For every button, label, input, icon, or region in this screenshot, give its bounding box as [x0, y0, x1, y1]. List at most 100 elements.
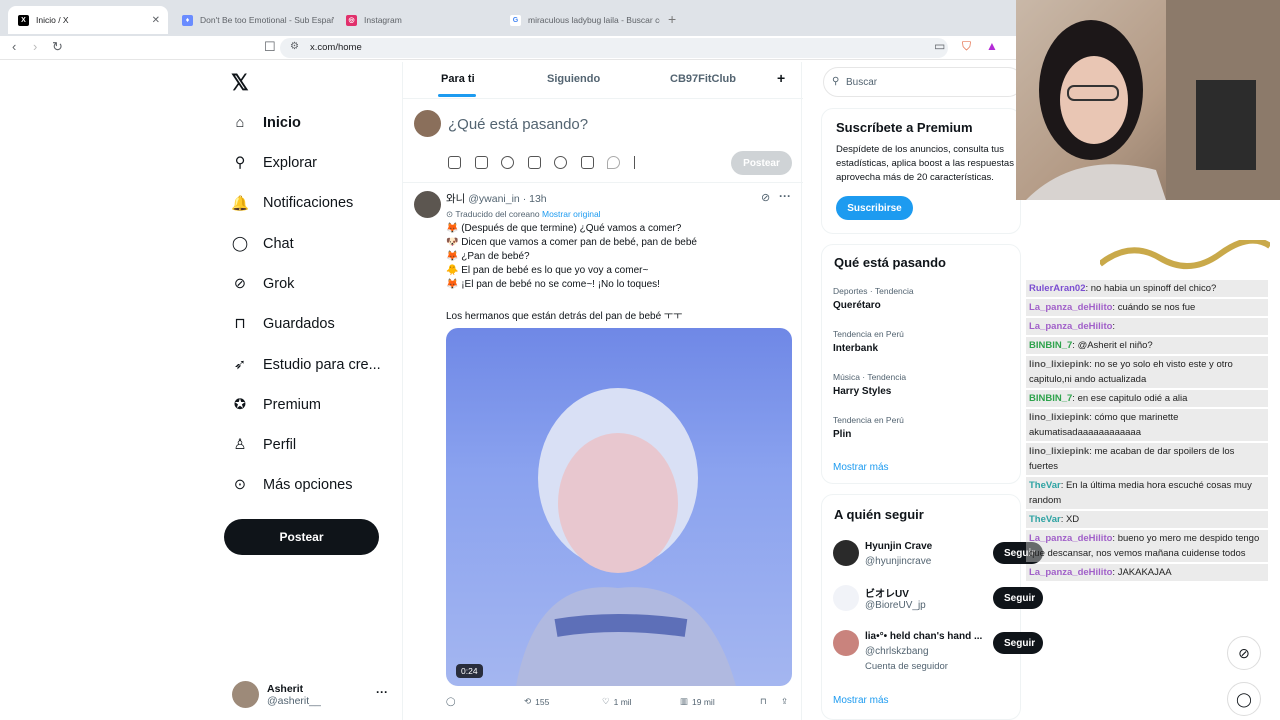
- add-list-icon[interactable]: +: [777, 70, 785, 86]
- bookmark-icon: ⊓: [234, 316, 246, 332]
- rewards-icon[interactable]: ▲: [986, 39, 998, 53]
- cast-icon[interactable]: ▭: [934, 39, 945, 53]
- tweet-author[interactable]: 와니 @ywani_in · 13h: [446, 191, 547, 206]
- compose-post-button[interactable]: Postear: [731, 151, 792, 175]
- more-icon[interactable]: ···: [376, 685, 388, 699]
- x-logo-icon[interactable]: 𝕏: [231, 70, 249, 96]
- flag-icon[interactable]: [634, 156, 647, 169]
- tab-cb97fitclub[interactable]: CB97FitClub: [670, 73, 736, 85]
- trend-item[interactable]: Interbank: [833, 343, 878, 354]
- tweet-text-line: Los hermanos que están detrás del pan de…: [446, 311, 683, 322]
- chat-message: RulerAran02: no habia un spinoff del chi…: [1026, 280, 1268, 297]
- grok-icon[interactable]: ⊘: [1227, 636, 1261, 670]
- nav-item-guardados[interactable]: ⊓ Guardados: [231, 312, 334, 336]
- chat-username[interactable]: BINBIN_7: [1029, 340, 1072, 351]
- chat-username[interactable]: La_panza_deHilito: [1029, 533, 1112, 544]
- share-button[interactable]: ⇪: [781, 696, 788, 707]
- tweet-video[interactable]: 0:24: [446, 328, 792, 686]
- reload-icon[interactable]: ↻: [52, 39, 63, 55]
- location-icon[interactable]: [607, 156, 620, 169]
- tab-siguiendo[interactable]: Siguiendo: [547, 73, 600, 85]
- avatar[interactable]: [833, 630, 859, 656]
- premium-icon: ✪: [233, 397, 247, 413]
- follow-account-name[interactable]: Hyunjin Crave: [865, 541, 932, 552]
- new-tab-icon[interactable]: +: [668, 11, 676, 27]
- trend-item[interactable]: Querétaro: [833, 300, 881, 311]
- author-name[interactable]: 와니: [446, 193, 465, 205]
- follow-button[interactable]: Seguir: [993, 632, 1043, 654]
- chat-username[interactable]: lino_lixiepink: [1029, 446, 1089, 457]
- avatar[interactable]: [414, 191, 441, 218]
- image-icon[interactable]: [448, 156, 461, 169]
- retweet-button[interactable]: ⟲ 155: [524, 696, 549, 707]
- like-button[interactable]: ♡ 1 mil: [602, 696, 632, 707]
- nav-item-estudio-para-cre[interactable]: ➶ Estudio para cre...: [231, 353, 381, 377]
- follow-account-name[interactable]: ビオレUV: [865, 585, 909, 600]
- trend-meta: Deportes · Tendencia: [833, 286, 914, 296]
- avatar[interactable]: [833, 540, 859, 566]
- home-icon: ⌂: [235, 115, 245, 131]
- tab-dont-be-too-emotional[interactable]: ♦ Don't Be too Emotional - Sub Españo: [172, 6, 334, 34]
- chat-username[interactable]: La_panza_deHilito: [1029, 321, 1112, 332]
- tab-google-search[interactable]: G miraculous ladybug laila - Buscar con: [500, 6, 660, 34]
- views-button[interactable]: ▥ 19 mil: [680, 696, 715, 707]
- avatar[interactable]: [833, 585, 859, 611]
- post-button[interactable]: Postear: [224, 519, 379, 555]
- brave-shield-icon[interactable]: ⛉: [962, 39, 971, 54]
- person-icon: ♙: [233, 437, 247, 453]
- grok-icon[interactable]: [501, 156, 514, 169]
- back-icon[interactable]: ‹: [12, 39, 16, 54]
- tweet-time[interactable]: · 13h: [523, 193, 547, 205]
- forward-icon[interactable]: ›: [33, 39, 37, 54]
- tab-inicio-x[interactable]: X Inicio / X ✕: [8, 6, 168, 34]
- nav-item-chat[interactable]: ◯ Chat: [231, 232, 294, 256]
- chat-username[interactable]: lino_lixiepink: [1029, 359, 1089, 370]
- search-input[interactable]: ⚲ Buscar: [823, 67, 1023, 97]
- trend-item[interactable]: Plin: [833, 429, 851, 440]
- nav-item-más-opciones[interactable]: ⊙ Más opciones: [231, 473, 353, 497]
- nav-item-grok[interactable]: ⊘ Grok: [231, 272, 295, 296]
- chat-username[interactable]: TheVar: [1029, 514, 1061, 525]
- site-info-icon[interactable]: ⚙: [290, 41, 299, 52]
- reply-button[interactable]: ◯: [446, 696, 456, 707]
- chat-username[interactable]: La_panza_deHilito: [1029, 567, 1112, 578]
- trend-meta: Música · Tendencia: [833, 372, 907, 382]
- bookmark-button[interactable]: ⊓: [760, 696, 767, 707]
- close-tab-icon[interactable]: ✕: [152, 15, 160, 26]
- nav-item-inicio[interactable]: ⌂ Inicio: [231, 111, 301, 135]
- chat-username[interactable]: lino_lixiepink: [1029, 412, 1089, 423]
- account-switcher[interactable]: Asherit @asherit__: [232, 681, 321, 708]
- search-icon: ⚲: [234, 155, 246, 171]
- trend-item[interactable]: Harry Styles: [833, 386, 891, 397]
- grok-icon[interactable]: ⊘: [761, 191, 770, 204]
- show-original-link[interactable]: Mostrar original: [542, 209, 601, 219]
- chat-username[interactable]: La_panza_deHilito: [1029, 302, 1112, 313]
- tab-instagram[interactable]: ◎ Instagram: [336, 6, 498, 34]
- schedule-icon[interactable]: [581, 156, 594, 169]
- bookmark-page-icon[interactable]: ☐: [264, 39, 276, 55]
- more-icon[interactable]: ···: [779, 189, 791, 203]
- poll-icon[interactable]: [528, 156, 541, 169]
- nav-item-perfil[interactable]: ♙ Perfil: [231, 433, 297, 457]
- compose-input[interactable]: ¿Qué está pasando?: [448, 116, 588, 133]
- follow-account-name[interactable]: lia•°• held chan's hand ...: [865, 631, 982, 642]
- subscribe-button[interactable]: Suscribirse: [836, 196, 913, 220]
- divider: [403, 98, 803, 99]
- messages-icon[interactable]: ◯: [1227, 682, 1261, 716]
- tab-label: miraculous ladybug laila - Buscar con: [528, 15, 660, 25]
- chat-username[interactable]: TheVar: [1029, 480, 1061, 491]
- emoji-icon[interactable]: [554, 156, 567, 169]
- translate-icon: ⊙: [446, 209, 454, 219]
- nav-item-notificaciones[interactable]: 🔔 Notificaciones: [231, 191, 353, 215]
- tab-para-ti[interactable]: Para ti: [441, 73, 475, 85]
- nav-item-explorar[interactable]: ⚲ Explorar: [231, 151, 317, 175]
- gif-icon[interactable]: [475, 156, 488, 169]
- chat-username[interactable]: RulerAran02: [1029, 283, 1086, 294]
- main-feed: Para ti Siguiendo CB97FitClub + ¿Qué est…: [402, 62, 803, 720]
- trends-show-more-link[interactable]: Mostrar más: [833, 462, 889, 473]
- nav-item-premium[interactable]: ✪ Premium: [231, 393, 321, 417]
- address-bar[interactable]: ⚙ x.com/home: [280, 38, 948, 58]
- follow-show-more-link[interactable]: Mostrar más: [833, 695, 889, 706]
- account-handle: @asherit__: [267, 694, 321, 707]
- chat-username[interactable]: BINBIN_7: [1029, 393, 1072, 404]
